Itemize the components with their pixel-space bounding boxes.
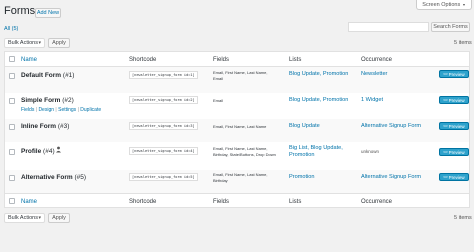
design-link[interactable]: Design bbox=[38, 107, 54, 113]
lists-link[interactable]: Promotion bbox=[289, 174, 315, 181]
column-shortcode: Shortcode bbox=[129, 57, 157, 63]
shortcode-field[interactable]: [newsletter_signup_form id=5] bbox=[129, 173, 198, 181]
occurrence-link[interactable]: Alternative Signup Form bbox=[361, 174, 421, 180]
occurrence-link[interactable]: Newsletter bbox=[361, 71, 387, 77]
chevron-down-icon: ▼ bbox=[462, 2, 466, 7]
fields-text: Email, First Name, Last Name, Email bbox=[213, 70, 268, 81]
preview-icon: ▭ bbox=[443, 97, 448, 102]
preview-icon: ▭ bbox=[443, 71, 448, 76]
column-name[interactable]: Name bbox=[21, 57, 37, 63]
page-title: Forms bbox=[4, 5, 36, 17]
table-row: Alternative Form (#5) [newsletter_signup… bbox=[5, 170, 469, 193]
lists-link[interactable]: Blog Update, Promotion bbox=[289, 71, 348, 78]
select-all-checkbox[interactable] bbox=[9, 198, 15, 204]
shortcode-field[interactable]: [newsletter_signup_form id=1] bbox=[129, 71, 198, 79]
column-shortcode: Shortcode bbox=[129, 199, 157, 205]
screen-options-label: Screen Options bbox=[422, 1, 461, 8]
column-fields: Fields bbox=[213, 199, 230, 205]
column-lists: Lists bbox=[289, 199, 302, 205]
screen-options-button[interactable]: Screen Options ▼ bbox=[416, 0, 472, 10]
select-all-checkbox[interactable] bbox=[9, 56, 15, 62]
shortcode-field[interactable]: [newsletter_signup_form id=4] bbox=[129, 147, 198, 155]
lists-link[interactable]: Big List, Blog Update, Promotion bbox=[289, 145, 343, 159]
table-header: Name Shortcode Fields Lists Occurrence bbox=[5, 52, 469, 67]
search-input[interactable] bbox=[348, 22, 429, 32]
bulk-actions-select-bottom[interactable]: Bulk Actions ▾ bbox=[4, 213, 45, 223]
shortcode-field[interactable]: [newsletter_signup_form id=2] bbox=[129, 96, 198, 104]
table-row: Profile (#4) [newsletter_signup_form id=… bbox=[5, 142, 469, 170]
bulk-actions-label: Bulk Actions bbox=[8, 215, 38, 221]
items-count: 5 items bbox=[454, 40, 472, 46]
duplicate-link[interactable]: Duplicate bbox=[80, 107, 101, 113]
bulk-actions-label: Bulk Actions bbox=[8, 40, 38, 46]
apply-button-bottom[interactable]: Apply bbox=[48, 213, 70, 223]
form-name[interactable]: Simple Form (#2) bbox=[21, 97, 74, 104]
items-count-bottom: 5 items bbox=[454, 215, 472, 221]
fields-text: Email bbox=[213, 98, 224, 103]
apply-button[interactable]: Apply bbox=[48, 38, 70, 48]
preview-button[interactable]: ▭ Preview bbox=[439, 148, 469, 156]
form-name[interactable]: Default Form (#1) bbox=[21, 72, 74, 79]
column-fields: Fields bbox=[213, 57, 230, 63]
row-checkbox[interactable] bbox=[9, 149, 15, 155]
settings-link[interactable]: Settings bbox=[58, 107, 76, 113]
lists-link[interactable]: Blog Update, Promotion bbox=[289, 97, 348, 104]
filter-all-link[interactable]: All (5) bbox=[4, 26, 18, 32]
row-checkbox[interactable] bbox=[9, 124, 15, 130]
table-footer: Name Shortcode Fields Lists Occurrence bbox=[5, 193, 469, 208]
bulk-actions-select[interactable]: Bulk Actions ▾ bbox=[4, 38, 45, 48]
preview-button[interactable]: ▭ Preview bbox=[439, 96, 469, 104]
forms-table: Name Shortcode Fields Lists Occurrence D… bbox=[4, 51, 470, 208]
column-occurrence: Occurrence bbox=[361, 199, 393, 205]
search-forms-button[interactable]: Search Forms bbox=[431, 22, 470, 32]
users-icon bbox=[55, 146, 62, 153]
shortcode-field[interactable]: [newsletter_signup_form id=3] bbox=[129, 122, 198, 130]
table-row: Default Form (#1) [newsletter_signup_for… bbox=[5, 67, 469, 93]
occurrence-link[interactable]: Alternative Signup Form bbox=[361, 123, 421, 129]
form-name[interactable]: Profile (#4) bbox=[21, 148, 55, 155]
row-checkbox[interactable] bbox=[9, 73, 15, 79]
fields-text: Email, First Name, Last Name bbox=[213, 124, 267, 129]
fields-text: Email, First Name, Last Name, Birthday, S… bbox=[213, 146, 276, 157]
fields-link[interactable]: Fields bbox=[21, 107, 34, 113]
preview-button[interactable]: ▭ Preview bbox=[439, 122, 469, 130]
preview-button[interactable]: ▭ Preview bbox=[439, 70, 469, 78]
row-checkbox[interactable] bbox=[9, 175, 15, 181]
preview-icon: ▭ bbox=[443, 174, 448, 179]
column-occurrence: Occurrence bbox=[361, 57, 393, 63]
form-name[interactable]: Alternative Form (#5) bbox=[21, 174, 86, 181]
preview-button[interactable]: ▭ Preview bbox=[439, 173, 469, 181]
occurrence-link[interactable]: 1 Widget bbox=[361, 97, 383, 103]
row-actions: Fields | Design | Settings | Duplicate bbox=[21, 107, 102, 113]
preview-icon: ▭ bbox=[443, 123, 448, 128]
table-row: Inline Form (#3) [newsletter_signup_form… bbox=[5, 119, 469, 142]
occurrence-text: unknown bbox=[361, 149, 380, 154]
fields-text: Email, First Name, Last Name, Birthday bbox=[213, 172, 268, 183]
add-new-button[interactable]: Add New bbox=[35, 8, 61, 18]
column-lists: Lists bbox=[289, 57, 302, 63]
chevron-down-icon: ▾ bbox=[38, 40, 41, 46]
form-name[interactable]: Inline Form (#3) bbox=[21, 123, 69, 130]
table-row: Simple Form (#2) Fields | Design | Setti… bbox=[5, 93, 469, 119]
row-checkbox[interactable] bbox=[9, 98, 15, 104]
chevron-down-icon: ▾ bbox=[38, 215, 41, 221]
preview-icon: ▭ bbox=[443, 149, 448, 154]
lists-link[interactable]: Blog Update bbox=[289, 123, 320, 130]
column-name[interactable]: Name bbox=[21, 199, 37, 205]
